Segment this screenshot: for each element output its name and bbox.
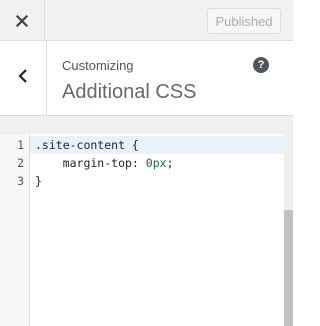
back-button[interactable]	[0, 41, 47, 115]
section-header: Customizing Additional CSS ?	[0, 41, 293, 116]
code-line[interactable]: .site-content {	[30, 136, 284, 154]
css-code-editor[interactable]: 1 2 3 .site-content { margin-top: 0px; }	[0, 134, 284, 326]
customizing-label: Customizing	[62, 58, 134, 73]
line-number: 3	[17, 174, 24, 188]
code-text: }	[35, 174, 42, 188]
code-semicolon: ;	[166, 156, 174, 170]
publish-button[interactable]: Published	[207, 8, 281, 34]
chevron-left-icon	[18, 68, 28, 89]
scrollbar-thumb[interactable]	[284, 210, 293, 326]
line-number: 1	[17, 138, 24, 152]
customizer-panel: Published Customizing Additional CSS ? 1…	[0, 0, 293, 326]
code-line[interactable]: margin-top: 0px;	[30, 154, 284, 172]
customizer-header: Published	[0, 0, 293, 41]
line-number-gutter: 1 2 3	[0, 134, 30, 326]
close-button[interactable]	[0, 0, 45, 41]
line-number: 2	[17, 156, 24, 170]
question-icon[interactable]: ?	[253, 57, 269, 73]
code-text: .site-content {	[35, 138, 139, 152]
section-divider	[0, 116, 293, 134]
code-line[interactable]: }	[30, 172, 284, 190]
code-property: margin-top:	[35, 156, 146, 170]
close-icon	[16, 14, 28, 27]
code-value: 0px	[145, 156, 167, 170]
section-title: Additional CSS	[62, 81, 197, 103]
